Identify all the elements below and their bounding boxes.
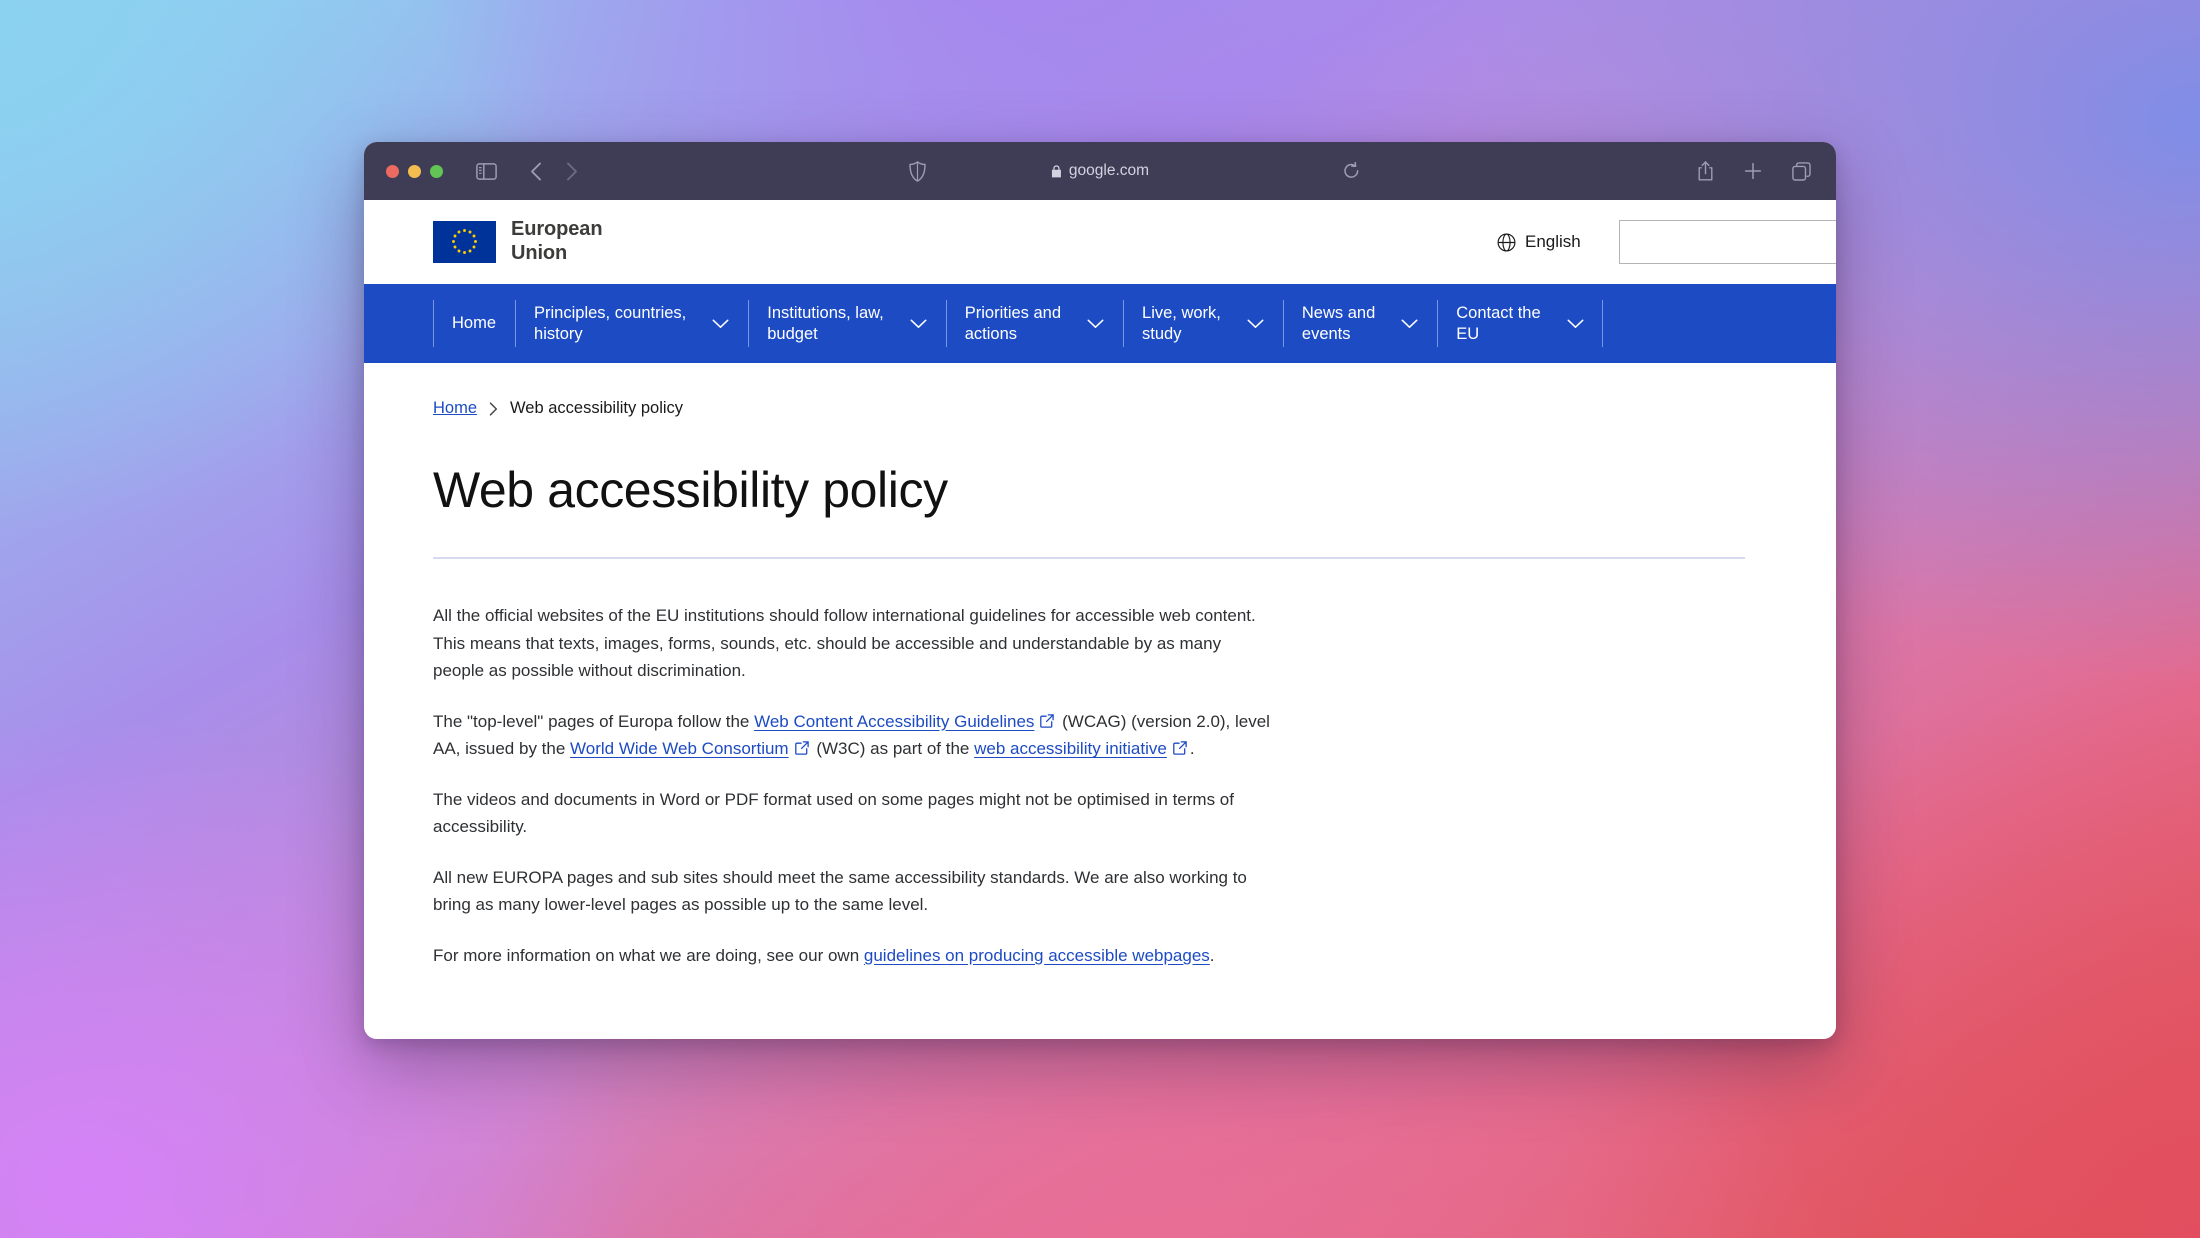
article-body: All the official websites of the EU inst… [433, 602, 1273, 969]
eu-logo-link[interactable]: European Union [433, 218, 602, 265]
eu-wordmark-line1: European [511, 218, 602, 242]
nav-item-label: Home [452, 313, 496, 334]
browser-toolbar: google.com [364, 142, 1836, 200]
plus-icon[interactable] [1736, 154, 1770, 188]
chevron-down-icon [1247, 319, 1264, 329]
nav-item-label: Contact the EU [1456, 303, 1540, 345]
eu-wordmark: European Union [511, 218, 602, 265]
forward-arrow-icon[interactable] [555, 154, 589, 188]
minimize-window-button[interactable] [408, 165, 421, 178]
nav-item-news-and-events[interactable]: News and events [1283, 284, 1437, 363]
paragraph-5: For more information on what we are doin… [433, 942, 1273, 970]
nav-item-label: Institutions, law, budget [767, 303, 883, 345]
nav-item-contact-the-eu[interactable]: Contact the EU [1437, 284, 1602, 363]
language-label: English [1525, 232, 1581, 252]
link-web-accessibility-initiative[interactable]: web accessibility initiative [974, 739, 1167, 758]
link-guidelines-accessible-webpages[interactable]: guidelines on producing accessible webpa… [864, 946, 1210, 965]
reload-icon[interactable] [1334, 154, 1368, 188]
nav-item-label: Principles, countries, history [534, 303, 686, 345]
nav-item-home[interactable]: Home [433, 284, 515, 363]
paragraph-2-text-1: The "top-level" pages of Europa follow t… [433, 712, 754, 731]
chevron-down-icon [1401, 319, 1418, 329]
nav-item-label: Priorities and actions [965, 303, 1061, 345]
nav-item-live-work-study[interactable]: Live, work, study [1123, 284, 1283, 363]
site-search-form: Search [1619, 220, 1836, 264]
paragraph-4: All new EUROPA pages and sub sites shoul… [433, 864, 1273, 919]
search-input[interactable] [1619, 220, 1836, 264]
breadcrumb-current: Web accessibility policy [510, 399, 683, 418]
main-navigation: Home Principles, countries, history Inst… [364, 284, 1836, 363]
desktop-background: google.com [0, 0, 2200, 1238]
address-bar[interactable]: google.com [1051, 142, 1149, 200]
nav-item-label: News and events [1302, 303, 1375, 345]
paragraph-2-text-3: (W3C) as part of the [812, 739, 975, 758]
maximize-window-button[interactable] [430, 165, 443, 178]
chevron-down-icon [1087, 319, 1104, 329]
nav-item-priorities-and-actions[interactable]: Priorities and actions [946, 284, 1123, 363]
url-text: google.com [1069, 162, 1149, 180]
breadcrumb: Home Web accessibility policy [433, 399, 1836, 418]
eu-flag-icon [433, 221, 496, 263]
share-icon[interactable] [1688, 154, 1722, 188]
paragraph-5-text-1: For more information on what we are doin… [433, 946, 864, 965]
back-arrow-icon[interactable] [519, 154, 553, 188]
site-header: European Union English [364, 200, 1836, 284]
globe-icon [1497, 233, 1516, 252]
nav-item-institutions-law-budget[interactable]: Institutions, law, budget [748, 284, 945, 363]
eu-wordmark-line2: Union [511, 242, 602, 266]
breadcrumb-home-link[interactable]: Home [433, 399, 477, 418]
page-title: Web accessibility policy [433, 461, 1836, 519]
browser-window: google.com [364, 142, 1836, 1039]
page-content: Home Web accessibility policy Web access… [364, 399, 1836, 969]
external-link-icon [795, 741, 809, 755]
chevron-right-icon [489, 402, 498, 416]
paragraph-2-text-4: . [1190, 739, 1195, 758]
external-link-icon [1173, 741, 1187, 755]
link-w3c[interactable]: World Wide Web Consortium [570, 739, 789, 758]
window-traffic-lights [386, 165, 443, 178]
external-link-icon [1040, 714, 1054, 728]
paragraph-2: The "top-level" pages of Europa follow t… [433, 708, 1273, 763]
paragraph-5-text-2: . [1210, 946, 1215, 965]
chevron-down-icon [1567, 319, 1584, 329]
webpage-viewport: European Union English [364, 200, 1836, 1039]
nav-item-principles-countries-history[interactable]: Principles, countries, history [515, 284, 748, 363]
language-switcher[interactable]: English [1497, 232, 1581, 252]
header-right-tools: English Search [1497, 200, 1836, 284]
sidebar-toggle-icon[interactable] [469, 154, 503, 188]
paragraph-1: All the official websites of the EU inst… [433, 602, 1273, 685]
browser-right-tools [1688, 154, 1818, 188]
paragraph-3: The videos and documents in Word or PDF … [433, 786, 1273, 841]
nav-item-label: Live, work, study [1142, 303, 1221, 345]
close-window-button[interactable] [386, 165, 399, 178]
tab-overview-icon[interactable] [1784, 154, 1818, 188]
lock-icon [1051, 165, 1062, 178]
shield-icon[interactable] [900, 154, 934, 188]
title-divider [433, 557, 1745, 559]
link-wcag[interactable]: Web Content Accessibility Guidelines [754, 712, 1034, 731]
chevron-down-icon [910, 319, 927, 329]
chevron-down-icon [712, 319, 729, 329]
